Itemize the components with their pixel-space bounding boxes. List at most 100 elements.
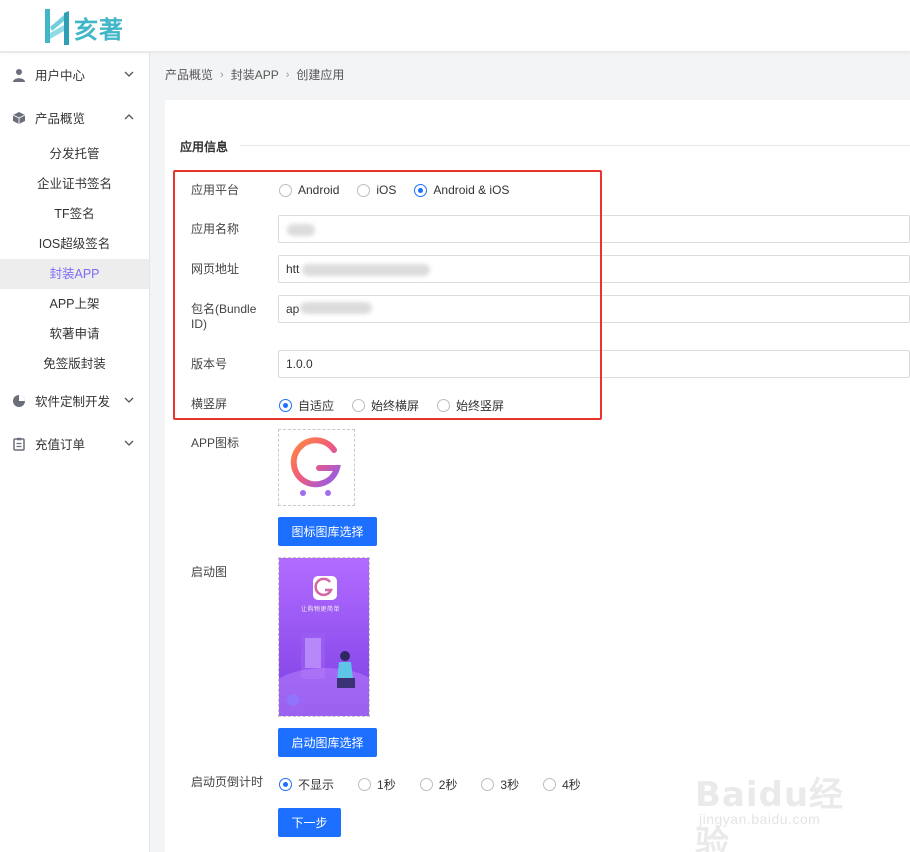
chevron-up-icon xyxy=(124,114,134,120)
radio-checked-icon xyxy=(279,778,292,791)
watermark-sub: jingyan.baidu.com xyxy=(699,811,821,827)
section-title: 应用信息 xyxy=(180,140,229,154)
sidebar-item-enterprise-signing[interactable]: 企业证书签名 xyxy=(0,169,149,199)
radio-icon xyxy=(357,183,371,197)
form-card: 应用信息 xyxy=(165,100,910,852)
web-url-label: 网页地址 xyxy=(191,262,240,276)
splash-library-button[interactable]: 启动图库选择 xyxy=(278,728,377,757)
orientation-label: 横竖屏 xyxy=(191,397,228,411)
countdown-option-4s[interactable]: 4秒 xyxy=(543,776,581,793)
countdown-option-2s[interactable]: 2秒 xyxy=(419,776,458,793)
cube-icon xyxy=(12,111,26,125)
breadcrumb-item[interactable]: 产品概览 xyxy=(165,66,213,83)
orientation-option-portrait[interactable]: 始终竖屏 xyxy=(437,397,504,414)
orientation-radio-group: 自适应 始终横屏 始终竖屏 xyxy=(279,397,522,414)
sidebar-group-label: 用户中心 xyxy=(35,69,86,83)
chevron-down-icon xyxy=(124,440,134,446)
redacted-text xyxy=(287,224,315,236)
radio-label: 2秒 xyxy=(438,778,458,792)
app-icon-preview[interactable] xyxy=(278,429,355,506)
radio-label: 自适应 xyxy=(298,399,335,413)
radio-icon xyxy=(279,183,292,197)
chevron-down-icon xyxy=(124,71,134,77)
sidebar-item-ios-super-signing[interactable]: IOS超级签名 xyxy=(0,229,149,259)
countdown-option-none[interactable]: 不显示 xyxy=(279,776,334,793)
sidebar-group-label: 充值订单 xyxy=(35,438,86,452)
radio-checked-icon xyxy=(279,399,292,412)
radio-label: 始终横屏 xyxy=(371,399,420,413)
countdown-option-1s[interactable]: 1秒 xyxy=(358,776,396,793)
sidebar-group-custom-dev[interactable]: 软件定制开发 xyxy=(0,379,149,422)
sidebar-item-distribution[interactable]: 分发托管 xyxy=(0,139,149,169)
watermark-main: Baidu经验 xyxy=(695,775,845,852)
orientation-option-landscape[interactable]: 始终横屏 xyxy=(352,397,419,414)
sidebar-group-recharge-orders[interactable]: 充值订单 xyxy=(0,422,149,465)
platform-option-android[interactable]: Android xyxy=(279,183,339,197)
sidebar-submenu: 分发托管 企业证书签名 TF签名 IOS超级签名 封装APP APP上架 软著申… xyxy=(0,139,149,379)
app-icon-label: APP图标 xyxy=(191,436,240,450)
sidebar: 用户中心 产品概览 分发托管 企业证书签名 TF签名 IOS超级签名 封装APP… xyxy=(0,53,150,852)
breadcrumb: 产品概览 › 封装APP › 创建应用 xyxy=(165,66,344,83)
bundle-id-label: 包名(Bundle ID) xyxy=(191,302,257,331)
radio-label: iOS xyxy=(376,183,397,197)
radio-icon xyxy=(481,778,495,791)
radio-label: Android xyxy=(298,183,340,197)
radio-icon xyxy=(437,399,451,412)
sidebar-item-signfree-package[interactable]: 免签版封装 xyxy=(0,349,149,379)
sidebar-group-product-overview[interactable]: 产品概览 xyxy=(0,96,149,139)
version-label: 版本号 xyxy=(191,357,228,371)
pie-chart-icon xyxy=(12,394,26,408)
countdown-radio-group: 不显示 1秒 2秒 3秒 4秒 xyxy=(279,776,599,793)
version-input[interactable]: 1.0.0 xyxy=(278,350,910,378)
breadcrumb-item[interactable]: 封装APP xyxy=(231,66,279,83)
sidebar-item-tf-signing[interactable]: TF签名 xyxy=(0,199,149,229)
app-name-input[interactable] xyxy=(278,215,910,243)
radio-label: 不显示 xyxy=(298,778,335,792)
bundle-id-input[interactable]: ap xyxy=(278,295,910,323)
next-step-button[interactable]: 下一步 xyxy=(278,808,341,837)
countdown-option-3s[interactable]: 3秒 xyxy=(481,776,519,793)
breadcrumb-separator-icon: › xyxy=(285,68,290,81)
orientation-option-auto[interactable]: 自适应 xyxy=(279,397,334,414)
radio-label: 4秒 xyxy=(562,778,581,792)
chevron-down-icon xyxy=(124,397,134,403)
radio-checked-icon xyxy=(414,183,428,197)
sidebar-group-label: 产品概览 xyxy=(35,112,86,126)
sidebar-item-copyright[interactable]: 软著申请 xyxy=(0,319,149,349)
splash-caption: 让购物更简单 xyxy=(301,607,341,613)
radio-icon xyxy=(419,778,433,791)
splash-label: 启动图 xyxy=(191,565,228,579)
platform-option-android-ios[interactable]: Android & iOS xyxy=(414,183,509,197)
user-icon xyxy=(12,68,26,82)
platform-radio-group: Android iOS Android & iOS xyxy=(279,183,527,197)
icon-library-button[interactable]: 图标图库选择 xyxy=(278,517,377,546)
brand-logo[interactable]: 亥著 xyxy=(42,6,124,48)
app-name-label: 应用名称 xyxy=(191,222,240,236)
platform-option-ios[interactable]: iOS xyxy=(357,183,396,197)
radio-icon xyxy=(358,778,372,791)
app-logo-icon xyxy=(290,437,341,496)
radio-icon xyxy=(543,778,557,791)
sidebar-item-package-app[interactable]: 封装APP xyxy=(0,259,149,289)
logo-text: 亥著 xyxy=(74,15,124,44)
redacted-text xyxy=(302,264,430,276)
sidebar-group-user-center[interactable]: 用户中心 xyxy=(0,53,149,96)
baidu-watermark: Baidu经验 jingyan.baidu.com xyxy=(695,755,865,852)
sidebar-group-label: 软件定制开发 xyxy=(35,395,111,409)
clipboard-icon xyxy=(12,437,26,451)
splash-illustration-icon xyxy=(279,558,369,716)
sidebar-item-app-listing[interactable]: APP上架 xyxy=(0,289,149,319)
radio-label: 3秒 xyxy=(500,778,520,792)
countdown-label: 启动页倒计时 xyxy=(191,775,264,789)
radio-label: 1秒 xyxy=(377,778,396,792)
section-divider xyxy=(240,145,910,146)
breadcrumb-separator-icon: › xyxy=(220,68,224,81)
redacted-text xyxy=(300,302,372,314)
breadcrumb-item-current: 创建应用 xyxy=(296,68,345,82)
splash-preview[interactable]: 让购物更简单 xyxy=(278,557,370,717)
logo-mark-icon xyxy=(45,9,69,45)
radio-icon xyxy=(352,399,366,412)
platform-label: 应用平台 xyxy=(191,183,240,197)
radio-label: Android & iOS xyxy=(433,183,510,197)
top-header: 亥著 xyxy=(0,0,910,52)
